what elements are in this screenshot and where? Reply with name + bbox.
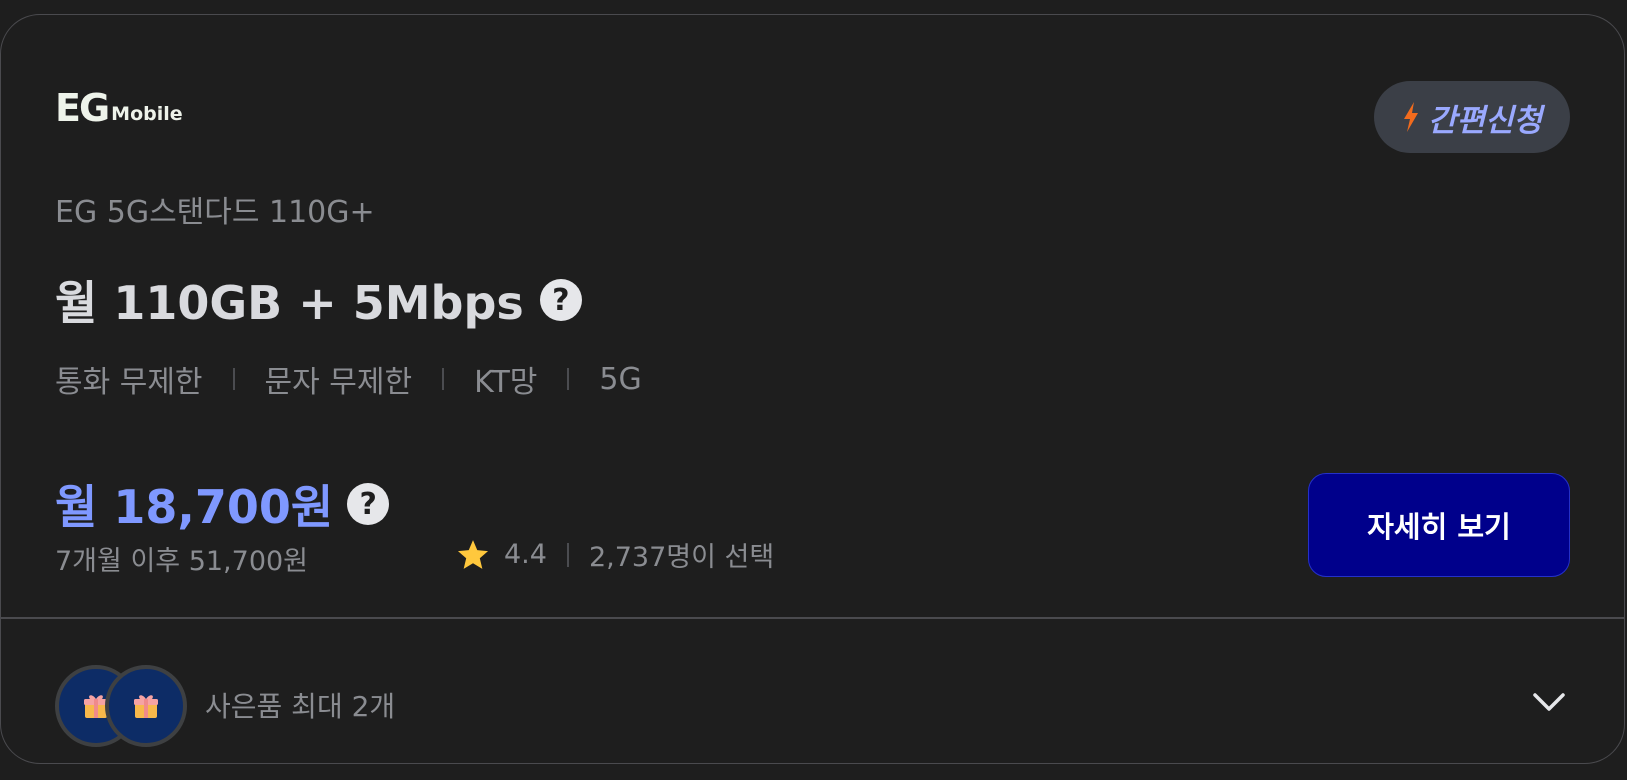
quick-apply-label: 간편신청 xyxy=(1427,102,1543,139)
price-help-icon[interactable]: ? xyxy=(347,483,390,525)
plan-name: EG 5G스탠다드 110G+ xyxy=(55,195,375,230)
feature-item: 통화 무제한 xyxy=(55,365,203,400)
divider xyxy=(566,542,569,567)
feature-item: KT망 xyxy=(474,365,538,400)
after-promo-price: 7개월 이후 51,700원 xyxy=(55,546,309,577)
divider xyxy=(442,368,445,390)
monthly-price: 월 18,700원 ? xyxy=(55,471,390,537)
lightning-icon xyxy=(1403,102,1418,132)
gifts-label: 사은품 최대 2개 xyxy=(205,690,396,723)
plan-card: EG Mobile 간편신청 EG 5G스탠다드 110G+ 월 110GB +… xyxy=(0,14,1625,764)
plan-headline: 월 110GB + 5Mbps ? xyxy=(55,267,582,333)
help-icon[interactable]: ? xyxy=(539,279,582,321)
selected-count: 2,737명이 선택 xyxy=(588,542,775,573)
gifts-row[interactable]: 사은품 최대 2개 xyxy=(55,665,396,747)
gift-icons xyxy=(55,665,187,747)
section-divider xyxy=(1,617,1624,619)
star-icon xyxy=(457,539,489,569)
feature-item: 문자 무제한 xyxy=(264,365,413,400)
rating-score: 4.4 xyxy=(504,539,547,570)
gift-icon xyxy=(105,665,187,747)
divider xyxy=(232,368,235,390)
brand-logo: EG Mobile xyxy=(55,77,183,127)
chevron-down-icon[interactable] xyxy=(1532,691,1566,713)
divider xyxy=(567,368,570,390)
logo-word: Mobile xyxy=(111,103,183,125)
logo-letters: EG xyxy=(55,86,110,130)
plan-features: 통화 무제한 문자 무제한 KT망 5G xyxy=(55,357,642,401)
plan-headline-text: 월 110GB + 5Mbps xyxy=(55,276,524,330)
view-details-button[interactable]: 자세히 보기 xyxy=(1308,473,1570,577)
feature-item: 5G xyxy=(599,361,642,397)
rating: 4.4 2,737명이 선택 xyxy=(456,535,774,574)
monthly-price-text: 월 18,700원 xyxy=(55,480,334,534)
quick-apply-button[interactable]: 간편신청 xyxy=(1374,81,1570,153)
